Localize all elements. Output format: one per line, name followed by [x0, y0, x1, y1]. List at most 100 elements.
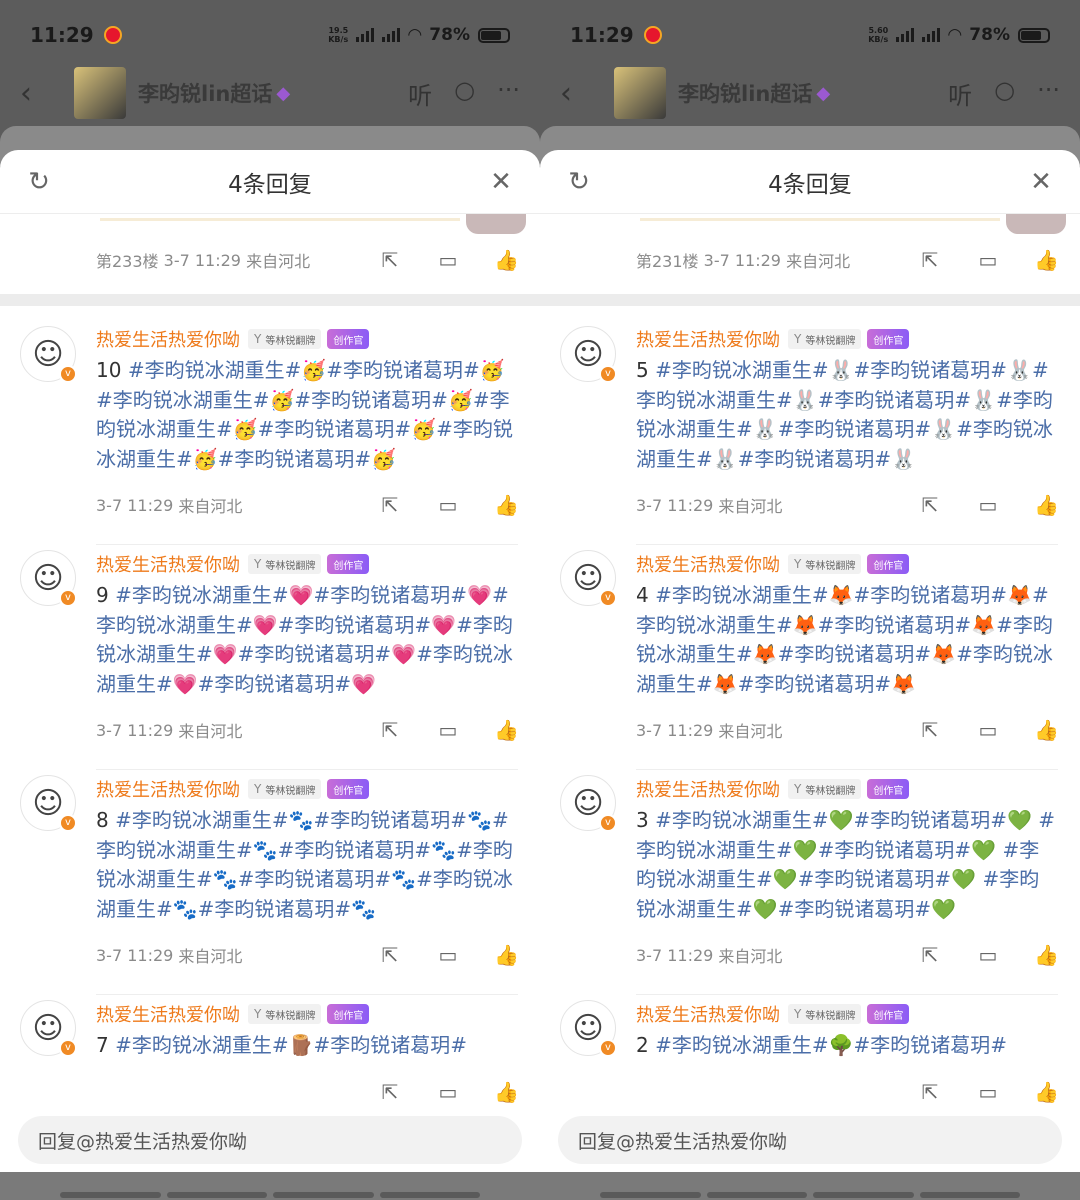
avatar[interactable]: ☺ v: [560, 326, 617, 383]
comment-icon[interactable]: ▭: [436, 718, 460, 742]
hashtag[interactable]: #李昀锐诸葛玥#: [738, 447, 892, 471]
creator-badge[interactable]: 创作官: [327, 779, 370, 799]
hashtag[interactable]: #李昀锐诸葛玥#: [818, 613, 972, 637]
fan-badge[interactable]: Y 等林锐翻牌: [248, 329, 322, 349]
hashtag[interactable]: #李昀锐诸葛玥#: [238, 642, 392, 666]
share-icon[interactable]: ⇱: [378, 493, 402, 517]
reply-input[interactable]: 回复@热爱生活热爱你呦: [558, 1116, 1062, 1164]
username[interactable]: 热爱生活热爱你呦: [96, 776, 240, 802]
hashtag[interactable]: #李昀锐冰湖重生#: [655, 1033, 829, 1057]
hashtag[interactable]: #李昀锐诸葛玥#: [278, 838, 432, 862]
hashtag[interactable]: #李昀锐诸葛玥#: [818, 838, 972, 862]
share-icon[interactable]: ⇱: [918, 718, 942, 742]
hashtag[interactable]: #李昀锐诸葛玥#: [278, 613, 432, 637]
hashtag[interactable]: #李昀锐诸葛玥#: [314, 583, 468, 607]
refresh-icon[interactable]: ↻: [24, 167, 54, 197]
like-icon[interactable]: 👍: [1034, 493, 1059, 517]
share-icon[interactable]: ⇱: [918, 493, 942, 517]
fan-badge[interactable]: Y 等林锐翻牌: [788, 1004, 862, 1024]
hashtag[interactable]: #李昀锐冰湖重生#: [96, 388, 270, 412]
share-icon[interactable]: ⇱: [918, 1080, 942, 1104]
comment-icon[interactable]: ▭: [436, 943, 460, 967]
username[interactable]: 热爱生活热爱你呦: [636, 326, 780, 352]
share-icon[interactable]: ⇱: [378, 248, 402, 272]
fan-badge[interactable]: Y 等林锐翻牌: [788, 554, 862, 574]
hashtag[interactable]: #李昀锐冰湖重生#: [655, 808, 829, 832]
comment-icon[interactable]: ▭: [976, 943, 1000, 967]
creator-badge[interactable]: 创作官: [327, 554, 370, 574]
back-arrow-icon[interactable]: ‹: [560, 76, 600, 111]
share-icon[interactable]: ⇱: [378, 943, 402, 967]
fan-badge[interactable]: Y 等林锐翻牌: [788, 329, 862, 349]
hashtag[interactable]: #李昀锐诸葛玥#: [818, 388, 972, 412]
like-icon[interactable]: 👍: [494, 718, 519, 742]
username[interactable]: 热爱生活热爱你呦: [636, 551, 780, 577]
fan-badge[interactable]: Y 等林锐翻牌: [248, 779, 322, 799]
share-icon[interactable]: ⇱: [378, 718, 402, 742]
avatar[interactable]: ☺ v: [20, 550, 77, 607]
hashtag[interactable]: #李昀锐诸葛玥#: [778, 642, 932, 666]
hashtag[interactable]: #李昀锐诸葛玥#: [198, 897, 352, 921]
comment-icon[interactable]: ▭: [436, 248, 460, 272]
hashtag[interactable]: #李昀锐诸葛玥#: [314, 808, 468, 832]
comment-icon[interactable]: ▭: [976, 1080, 1000, 1104]
hashtag[interactable]: #李昀锐诸葛玥#: [778, 417, 932, 441]
fan-badge[interactable]: Y 等林锐翻牌: [248, 1004, 322, 1024]
search-icon[interactable]: ○: [994, 76, 1015, 111]
hashtag[interactable]: #李昀锐冰湖重生#: [115, 583, 289, 607]
hashtag[interactable]: #李昀锐诸葛玥#: [238, 867, 392, 891]
creator-badge[interactable]: 创作官: [867, 554, 910, 574]
username[interactable]: 热爱生活热爱你呦: [96, 326, 240, 352]
hashtag[interactable]: #李昀锐冰湖重生#: [655, 583, 829, 607]
creator-badge[interactable]: 创作官: [867, 779, 910, 799]
creator-badge[interactable]: 创作官: [327, 1004, 370, 1024]
like-icon[interactable]: 👍: [1034, 1080, 1059, 1104]
hashtag[interactable]: #李昀锐诸葛玥#: [294, 388, 448, 412]
topic-title[interactable]: 李昀锐lin超话: [678, 78, 812, 108]
hashtag[interactable]: #李昀锐诸葛玥#: [854, 583, 1008, 607]
username[interactable]: 热爱生活热爱你呦: [96, 1001, 240, 1027]
username[interactable]: 热爱生活热爱你呦: [96, 551, 240, 577]
hashtag[interactable]: #李昀锐诸葛玥#: [854, 808, 1008, 832]
hashtag[interactable]: #李昀锐诸葛玥#: [314, 1033, 468, 1057]
hashtag[interactable]: #李昀锐诸葛玥#: [854, 1033, 1008, 1057]
hashtag[interactable]: #李昀锐冰湖重生#: [115, 1033, 289, 1057]
hashtag[interactable]: #李昀锐冰湖重生#: [128, 358, 302, 382]
fan-badge[interactable]: Y 等林锐翻牌: [248, 554, 322, 574]
hashtag[interactable]: #李昀锐诸葛玥#: [258, 417, 412, 441]
like-icon[interactable]: 👍: [494, 1080, 519, 1104]
hashtag[interactable]: #李昀锐诸葛玥#: [198, 672, 352, 696]
back-arrow-icon[interactable]: ‹: [20, 76, 60, 111]
avatar[interactable]: ☺ v: [20, 775, 77, 832]
comment-icon[interactable]: ▭: [436, 493, 460, 517]
headphones-icon[interactable]: 听: [408, 76, 432, 111]
creator-badge[interactable]: 创作官: [867, 329, 910, 349]
username[interactable]: 热爱生活热爱你呦: [636, 776, 780, 802]
share-icon[interactable]: ⇱: [918, 248, 942, 272]
headphones-icon[interactable]: 听: [948, 76, 972, 111]
hashtag[interactable]: #李昀锐冰湖重生#: [115, 808, 289, 832]
hashtag[interactable]: #李昀锐诸葛玥#: [326, 358, 480, 382]
like-icon[interactable]: 👍: [1034, 718, 1059, 742]
like-icon[interactable]: 👍: [494, 493, 519, 517]
close-icon[interactable]: ✕: [1026, 167, 1056, 197]
comment-icon[interactable]: ▭: [976, 248, 1000, 272]
like-icon[interactable]: 👍: [1034, 943, 1059, 967]
hashtag[interactable]: #李昀锐诸葛玥#: [738, 672, 892, 696]
avatar[interactable]: ☺ v: [560, 550, 617, 607]
refresh-icon[interactable]: ↻: [564, 167, 594, 197]
topic-title[interactable]: 李昀锐lin超话: [138, 78, 272, 108]
comment-icon[interactable]: ▭: [976, 718, 1000, 742]
hashtag[interactable]: #李昀锐诸葛玥#: [798, 867, 952, 891]
hashtag[interactable]: #李昀锐诸葛玥#: [854, 358, 1008, 382]
avatar[interactable]: ☺ v: [560, 775, 617, 832]
avatar[interactable]: ☺ v: [560, 1000, 617, 1057]
share-icon[interactable]: ⇱: [918, 943, 942, 967]
hashtag[interactable]: #李昀锐诸葛玥#: [218, 447, 372, 471]
avatar[interactable]: ☺ v: [20, 326, 77, 383]
fan-badge[interactable]: Y 等林锐翻牌: [788, 779, 862, 799]
share-icon[interactable]: ⇱: [378, 1080, 402, 1104]
topic-thumbnail[interactable]: [614, 67, 666, 119]
topic-thumbnail[interactable]: [74, 67, 126, 119]
avatar[interactable]: ☺ v: [20, 1000, 77, 1057]
